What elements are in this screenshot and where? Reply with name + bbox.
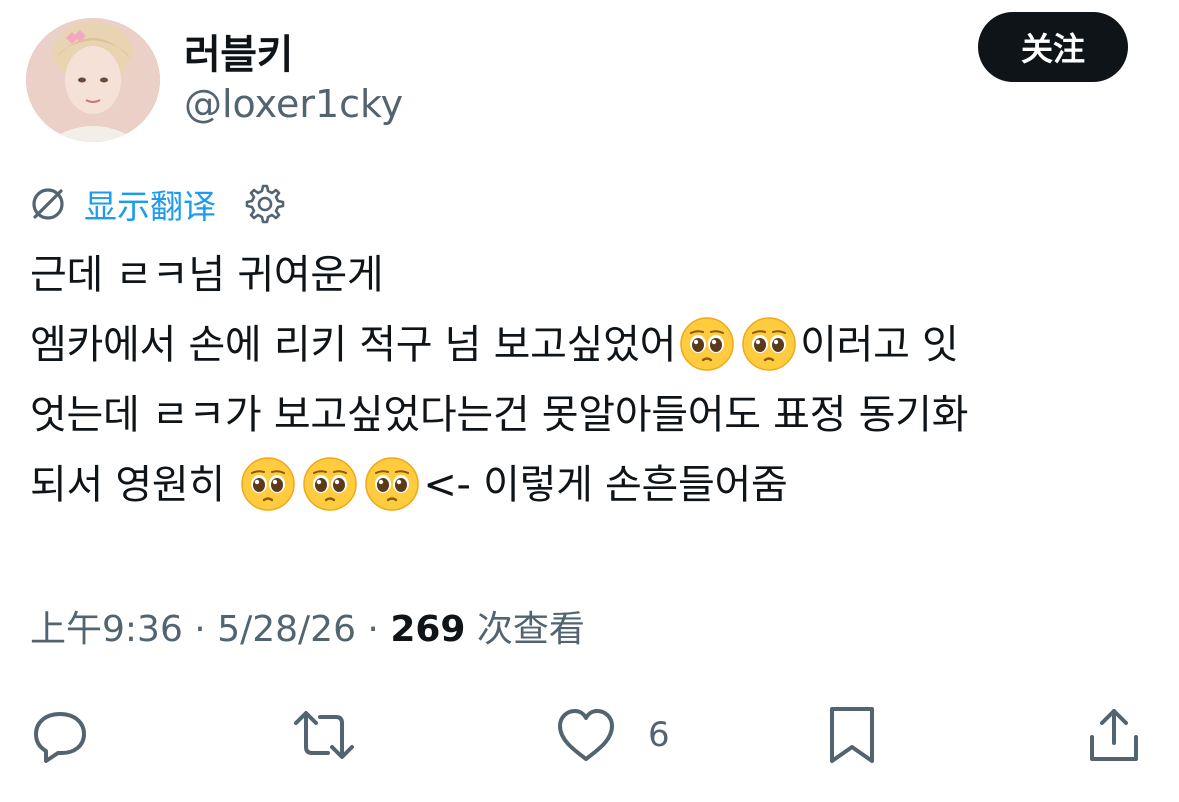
- user-handle[interactable]: @loxer1cky: [184, 82, 403, 126]
- like-button[interactable]: 6: [554, 700, 670, 770]
- follow-button[interactable]: 关注: [978, 12, 1128, 82]
- pleading-face-emoji: [741, 316, 797, 372]
- pleading-face-emoji: [364, 456, 420, 512]
- view-count-label: 次查看: [465, 609, 585, 650]
- post-time[interactable]: 上午9:36: [30, 609, 183, 650]
- reply-button[interactable]: [30, 700, 90, 770]
- view-count: 269: [390, 609, 466, 650]
- tweet-line-1: 근데 ㄹㅋ넘 귀여운게: [30, 252, 384, 298]
- retweet-button[interactable]: [288, 700, 360, 770]
- tweet-text: 근데 ㄹㅋ넘 귀여운게 엠카에서 손에 리키 적구 넘 보고싶었어 이러고 잇 엇…: [30, 240, 1160, 520]
- translate-icon: [28, 184, 68, 224]
- pleading-face-emoji: [240, 456, 296, 512]
- avatar-image: [26, 18, 160, 142]
- tweet-line-3: 엇는데 ㄹㅋ가 보고싶었다는건 못알아들어도 표정 동기화: [30, 392, 969, 438]
- meta-separator: ·: [182, 609, 218, 650]
- retweet-icon: [288, 705, 360, 765]
- tweet-line-2: 엠카에서 손에 리키 적구 넘 보고싶었어 이러고 잇: [30, 310, 1160, 380]
- meta-separator: ·: [355, 609, 391, 650]
- pleading-face-emoji: [302, 456, 358, 512]
- like-icon: [554, 705, 618, 765]
- tweet-detail: 러블키 @loxer1cky 关注 显示翻译 근데 ㄹㅋ넘 귀여운게 엠카에서 …: [0, 0, 1179, 802]
- tweet-line-4-text-a: 되서 영원히: [30, 462, 225, 508]
- gear-icon[interactable]: [244, 183, 286, 225]
- action-bar: 6: [0, 700, 1179, 770]
- share-icon: [1084, 705, 1144, 765]
- bookmark-icon: [824, 705, 880, 765]
- tweet-line-4: 되서 영원히 <- 이렇게 손흔들어줌: [30, 450, 1160, 520]
- bookmark-button[interactable]: [824, 700, 880, 770]
- show-translation-link[interactable]: 显示翻译: [84, 180, 216, 228]
- tweet-line-2-text-a: 엠카에서 손에 리키 적구 넘 보고싶었어: [30, 322, 677, 368]
- display-name[interactable]: 러블키: [184, 22, 293, 80]
- like-count: 6: [648, 715, 670, 755]
- translate-row: 显示翻译: [28, 180, 286, 228]
- tweet-meta: 上午9:36 · 5/28/26 · 269 次查看: [30, 600, 585, 652]
- post-date[interactable]: 5/28/26: [217, 609, 356, 650]
- reply-icon: [30, 705, 90, 765]
- tweet-line-4-text-b: <- 이렇게 손흔들어줌: [423, 462, 788, 508]
- tweet-line-2-text-b: 이러고 잇: [800, 322, 959, 368]
- pleading-face-emoji: [679, 316, 735, 372]
- avatar[interactable]: [26, 18, 160, 142]
- share-button[interactable]: [1084, 700, 1144, 770]
